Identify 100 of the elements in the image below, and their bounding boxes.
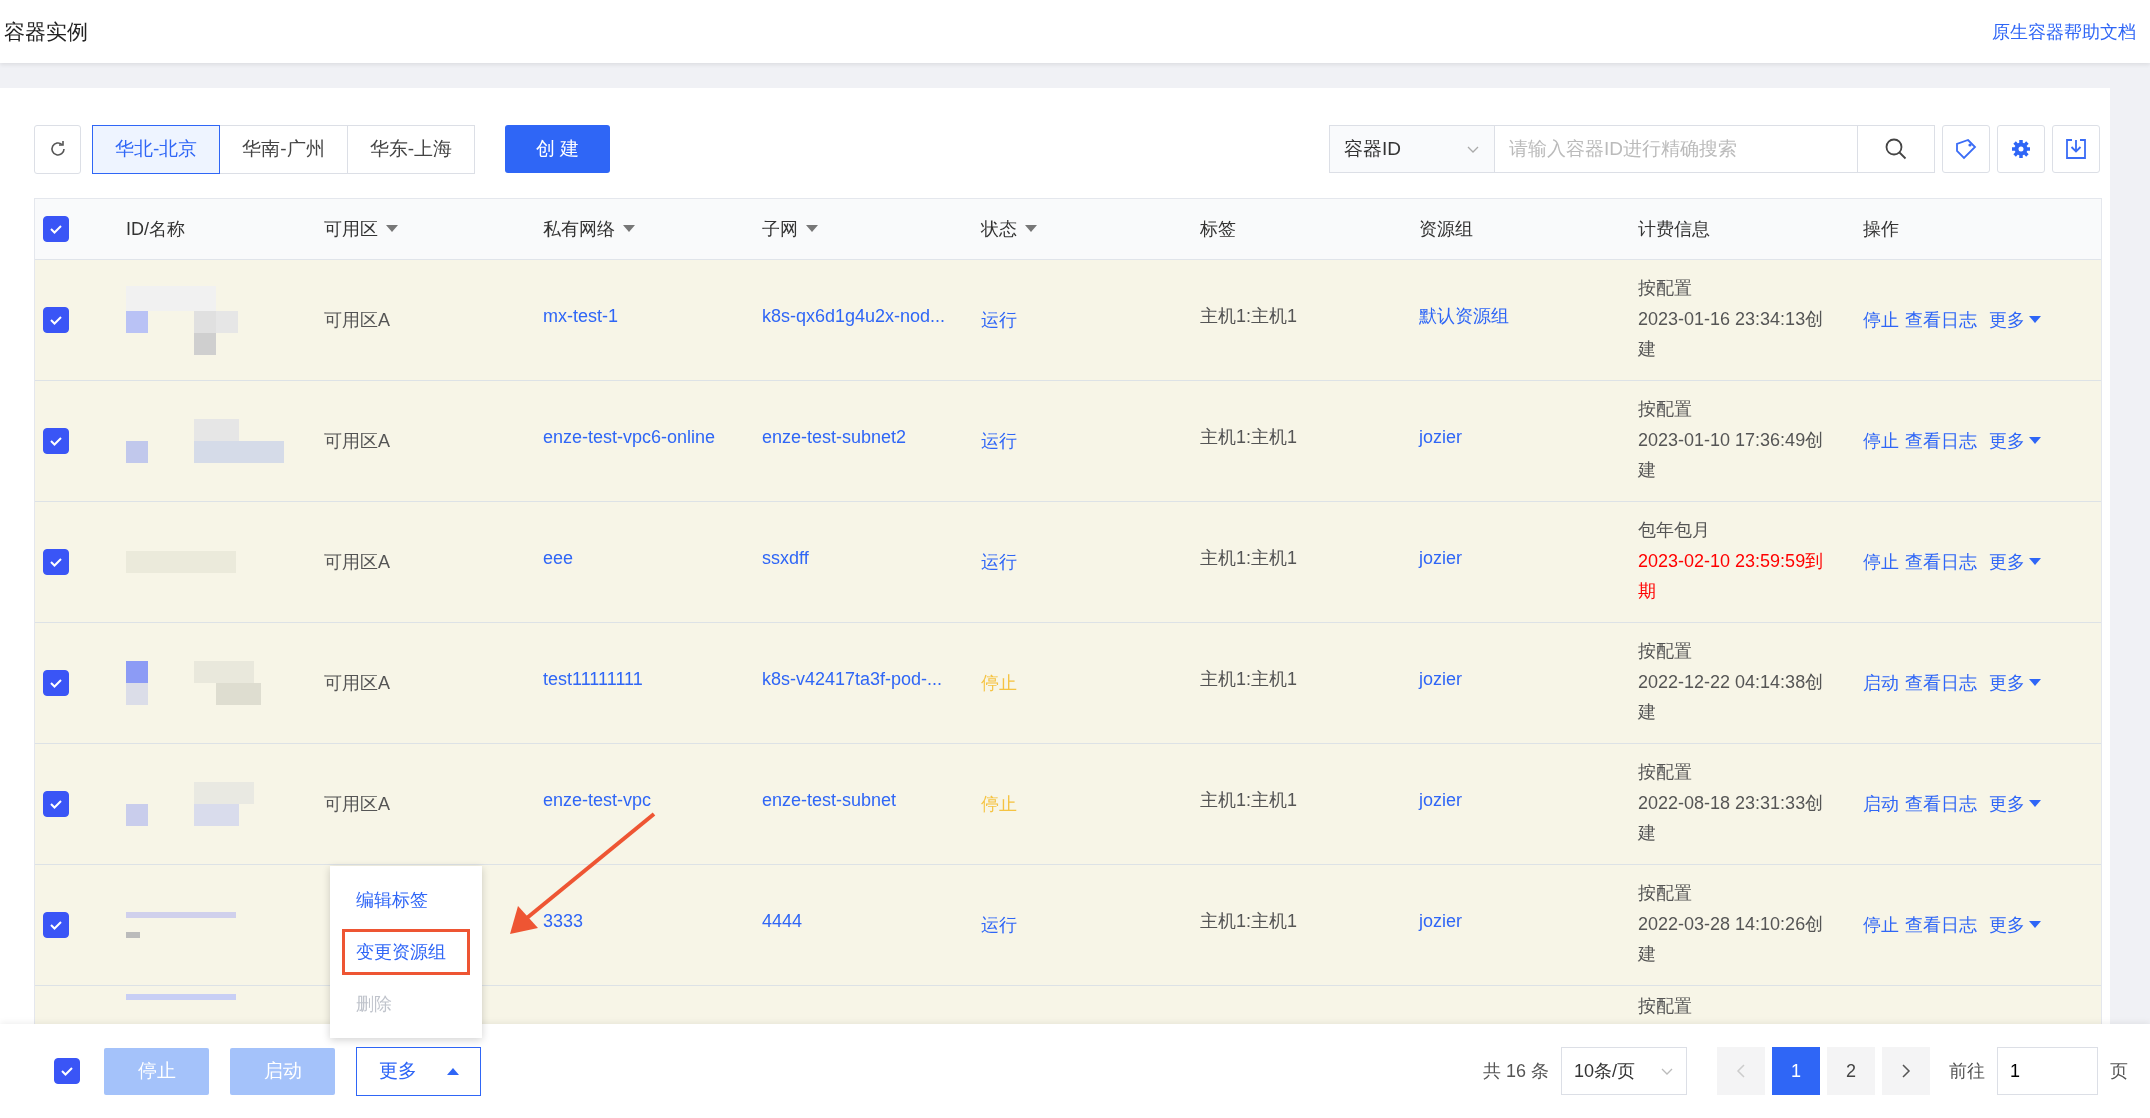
billing-time: 2022-12-22 04:14:38创建 <box>1638 671 1825 724</box>
vpc-link[interactable]: eee <box>543 547 574 568</box>
help-doc-link[interactable]: 原生容器帮助文档 <box>1992 19 2136 44</box>
status-text: 停止 <box>981 673 1017 693</box>
status-text: 停止 <box>981 794 1017 814</box>
tag-text: 主机1:主机1 <box>1200 669 1298 689</box>
sort-caret-icon <box>1025 225 1037 233</box>
billing-time: 2022-03-28 14:10:26创建 <box>1638 913 1825 966</box>
tag-text: 主机1:主机1 <box>1200 548 1298 568</box>
zone-text: 可用区A <box>324 673 390 693</box>
chevron-down-icon <box>1466 144 1480 154</box>
search-icon <box>1884 137 1908 161</box>
action-link[interactable]: 查看日志 <box>1905 913 1977 937</box>
status-text: 运行 <box>981 915 1017 935</box>
more-actions-link[interactable]: 更多 <box>1989 913 2041 937</box>
create-button[interactable]: 创 建 <box>505 125 610 173</box>
vpc-link[interactable]: enze-test-vpc <box>543 789 652 810</box>
more-actions-link[interactable]: 更多 <box>1989 308 2041 332</box>
caret-down-icon <box>2029 921 2041 929</box>
row-checkbox[interactable] <box>43 307 69 333</box>
status-text: 运行 <box>981 552 1017 572</box>
subnet-link[interactable]: 4444 <box>762 910 803 931</box>
sort-caret-icon <box>623 225 635 233</box>
column-header[interactable]: 状态 <box>981 217 1037 241</box>
sort-caret-icon <box>806 225 818 233</box>
page-size-select[interactable]: 10条/页 <box>1561 1047 1687 1095</box>
tag-text: 主机1:主机1 <box>1200 427 1298 447</box>
caret-up-icon <box>446 1067 459 1075</box>
action-link[interactable]: 查看日志 <box>1905 308 1977 332</box>
resource-group-link[interactable]: jozier <box>1419 547 1462 568</box>
action-link[interactable]: 停止 <box>1863 429 1899 453</box>
action-link[interactable]: 启动 <box>1863 671 1899 695</box>
row-checkbox[interactable] <box>43 670 69 696</box>
more-actions-link[interactable]: 更多 <box>1989 550 2041 574</box>
search-type-select[interactable]: 容器ID <box>1329 125 1495 173</box>
resource-group-link[interactable]: jozier <box>1419 426 1462 447</box>
more-actions-link[interactable]: 更多 <box>1989 671 2041 695</box>
action-link[interactable]: 查看日志 <box>1905 671 1977 695</box>
action-link[interactable]: 停止 <box>1863 308 1899 332</box>
action-link[interactable]: 查看日志 <box>1905 429 1977 453</box>
tag-text: 主机1:主机1 <box>1200 790 1298 810</box>
settings-button[interactable] <box>1997 125 2045 173</box>
caret-down-icon <box>2029 316 2041 324</box>
row-checkbox[interactable] <box>43 549 69 575</box>
caret-down-icon <box>2029 679 2041 687</box>
resource-group-link[interactable]: jozier <box>1419 910 1462 931</box>
select-all-checkbox[interactable] <box>43 216 69 242</box>
billing-time: 2023-01-16 23:34:13创建 <box>1638 308 1825 361</box>
zone-text: 可用区A <box>324 552 390 572</box>
zone-text: 可用区A <box>324 310 390 330</box>
action-link[interactable]: 查看日志 <box>1905 550 1977 574</box>
subnet-link[interactable]: k8s-qx6d1g4u2x-nod... <box>762 305 946 326</box>
more-actions-link[interactable]: 更多 <box>1989 792 2041 816</box>
subnet-link[interactable]: k8s-v42417ta3f-pod-... <box>762 668 943 689</box>
resource-group-link[interactable]: 默认资源组 <box>1419 306 1509 326</box>
action-link[interactable]: 停止 <box>1863 913 1899 937</box>
menu-item[interactable]: 变更资源组 <box>342 929 470 975</box>
vpc-link[interactable]: enze-test-vpc6-online <box>543 426 716 447</box>
chevron-down-icon <box>1660 1066 1674 1076</box>
chevron-right-icon <box>1901 1063 1911 1079</box>
search-button[interactable] <box>1857 125 1935 173</box>
more-actions-link[interactable]: 更多 <box>1989 429 2041 453</box>
action-link[interactable]: 查看日志 <box>1905 792 1977 816</box>
vpc-link[interactable]: 3333 <box>543 910 584 931</box>
refresh-button[interactable] <box>34 124 81 174</box>
column-header: 标签 <box>1200 218 1236 241</box>
region-tab[interactable]: 华北-北京 <box>92 124 221 174</box>
subnet-link[interactable]: enze-test-subnet2 <box>762 426 907 447</box>
action-link[interactable]: 停止 <box>1863 550 1899 574</box>
vpc-link[interactable]: test11111111 <box>543 668 643 689</box>
subnet-link[interactable]: enze-test-subnet <box>762 789 897 810</box>
caret-down-icon <box>2029 800 2041 808</box>
row-checkbox[interactable] <box>43 912 69 938</box>
tag-edit-button[interactable] <box>1942 125 1990 173</box>
subnet-link[interactable]: ssxdff <box>762 547 809 568</box>
region-tab[interactable]: 华东-上海 <box>346 124 475 174</box>
action-link[interactable]: 启动 <box>1863 792 1899 816</box>
region-tab[interactable]: 华南-广州 <box>219 124 348 174</box>
resource-group-link[interactable]: jozier <box>1419 789 1462 810</box>
column-header: ID/名称 <box>126 218 185 241</box>
sort-caret-icon <box>386 225 398 233</box>
export-button[interactable] <box>2052 125 2100 173</box>
search-field[interactable]: 请输入容器ID进行精确搜索 <box>1495 125 1857 173</box>
status-text: 运行 <box>981 431 1017 451</box>
resource-group-link[interactable]: jozier <box>1419 668 1462 689</box>
billing-plan: 包年包月 <box>1638 519 1711 542</box>
page-button[interactable]: 1 <box>1772 1047 1820 1095</box>
column-header[interactable]: 子网 <box>762 217 818 241</box>
zone-text: 可用区A <box>324 794 390 814</box>
select-all-checkbox[interactable] <box>54 1058 80 1084</box>
more-dropdown-button[interactable]: 更多 <box>356 1046 481 1096</box>
column-header[interactable]: 私有网络 <box>543 217 635 241</box>
vpc-link[interactable]: mx-test-1 <box>543 305 618 326</box>
page-number-field[interactable]: 1 <box>1997 1047 2098 1095</box>
chevron-left-icon <box>1736 1063 1746 1079</box>
menu-item[interactable]: 编辑标签 <box>342 877 470 923</box>
row-checkbox[interactable] <box>43 791 69 817</box>
row-checkbox[interactable] <box>43 428 69 454</box>
page-button[interactable]: 2 <box>1827 1047 1875 1095</box>
column-header[interactable]: 可用区 <box>324 217 398 241</box>
